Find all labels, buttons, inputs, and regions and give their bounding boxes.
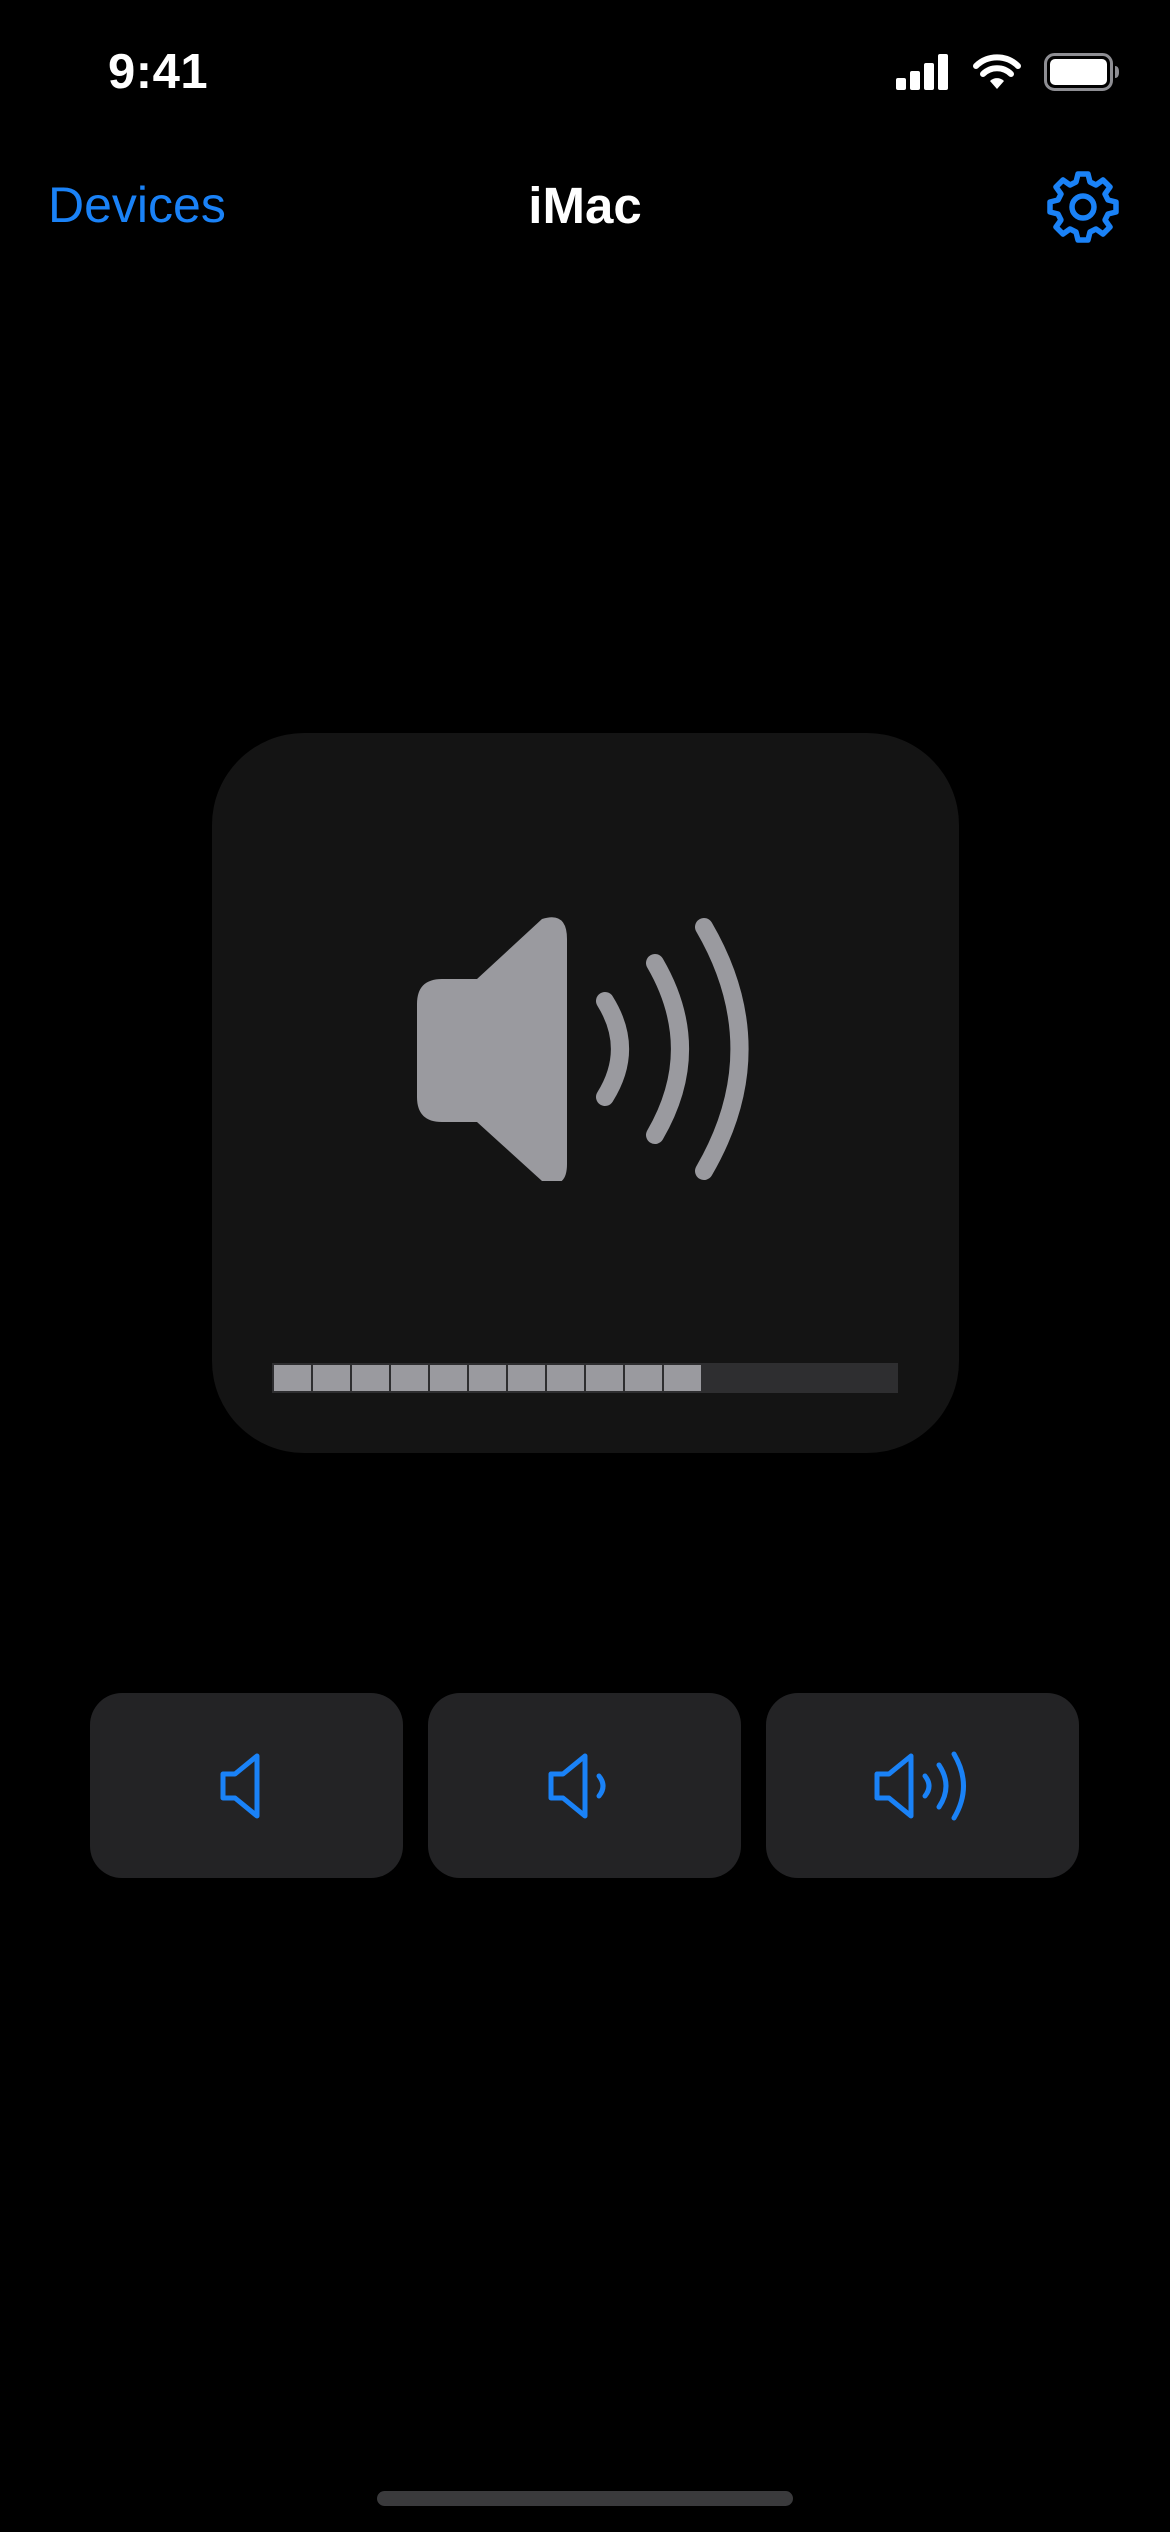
battery-icon [1044, 53, 1119, 91]
volume-meter-segment [547, 1365, 584, 1391]
speaker-icon [220, 1753, 259, 1818]
volume-meter-segment [625, 1365, 662, 1391]
volume-medium-button[interactable] [428, 1693, 741, 1878]
volume-buttons-row [90, 1693, 1080, 1878]
volume-meter-segment [313, 1365, 350, 1391]
volume-meter-segment [664, 1365, 701, 1391]
volume-meter-segment [391, 1365, 428, 1391]
cellular-signal-icon [896, 54, 948, 90]
status-icons [896, 52, 1120, 92]
volume-meter-segment [469, 1365, 506, 1391]
speaker-one-wave-icon [548, 1753, 605, 1818]
volume-max-button[interactable] [766, 1693, 1079, 1878]
speaker-three-waves-icon [874, 1751, 966, 1820]
volume-mute-button[interactable] [90, 1693, 403, 1878]
gear-icon[interactable] [1046, 170, 1120, 244]
volume-meter-segment [430, 1365, 467, 1391]
page-title: iMac [528, 177, 642, 234]
volume-meter-segment [508, 1365, 545, 1391]
volume-level-meter [272, 1363, 898, 1393]
volume-meter-segment [586, 1365, 623, 1391]
status-time: 9:41 [108, 45, 209, 99]
status-bar: 9:41 [0, 0, 1170, 150]
home-indicator[interactable] [377, 2491, 793, 2506]
volume-meter-segment [352, 1365, 389, 1391]
navigation-bar: Devices iMac [0, 150, 1170, 270]
wifi-icon [973, 54, 1021, 89]
speaker-volume-high-icon [417, 917, 749, 1181]
volume-meter-segment [274, 1365, 311, 1391]
volume-hud-card [212, 733, 959, 1453]
